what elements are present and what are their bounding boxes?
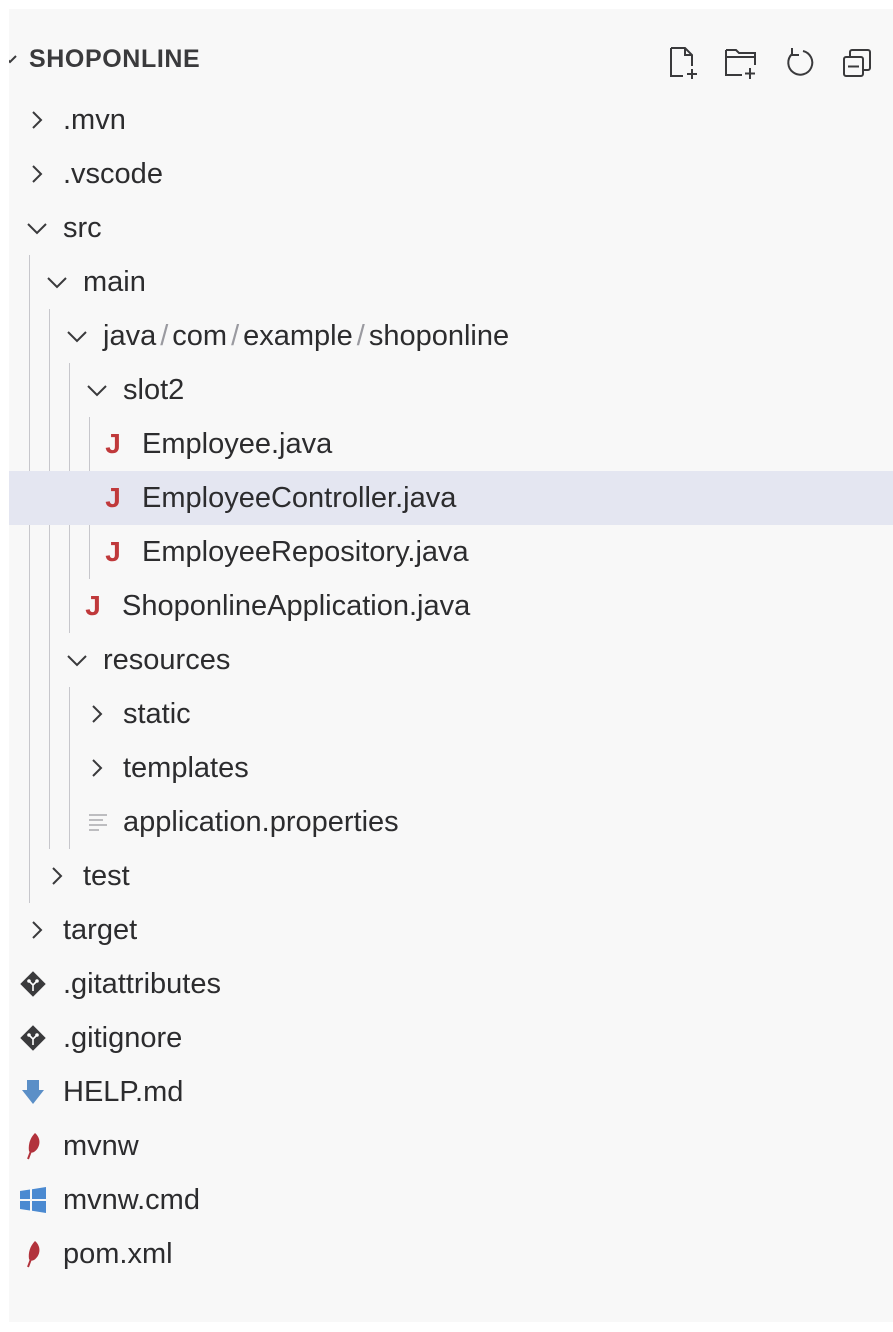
tree-item-employee-controller-java[interactable]: J EmployeeController.java xyxy=(9,471,893,525)
markdown-file-icon xyxy=(22,1080,44,1104)
chevron-down-icon xyxy=(47,277,67,289)
tree-item-employee-java[interactable]: J Employee.java xyxy=(9,417,893,471)
tree-item-src[interactable]: src xyxy=(9,201,893,255)
tree-item-shoponline-application-java[interactable]: J ShoponlineApplication.java xyxy=(9,579,893,633)
tree-item-label: templates xyxy=(123,752,249,784)
path-segment-java[interactable]: java xyxy=(103,320,156,352)
java-file-icon: J xyxy=(105,428,121,459)
tree-item-label: main xyxy=(83,266,146,298)
tree-item-gitattributes[interactable]: .gitattributes xyxy=(9,957,893,1011)
compact-folder-path: java / com / example / shoponline xyxy=(103,320,509,352)
tree-item-mvnw-cmd[interactable]: mvnw.cmd xyxy=(9,1173,893,1227)
tree-item-application-properties[interactable]: application.properties xyxy=(9,795,893,849)
chevron-down-icon[interactable] xyxy=(9,50,19,68)
tree-item-employee-repository-java[interactable]: J EmployeeRepository.java xyxy=(9,525,893,579)
tree-item-label: target xyxy=(63,914,138,946)
java-file-icon: J xyxy=(85,590,101,621)
chevron-right-icon xyxy=(32,165,43,183)
tree-item-pom-xml[interactable]: pom.xml xyxy=(9,1227,893,1281)
chevron-right-icon xyxy=(32,921,43,939)
tree-item-main[interactable]: main xyxy=(9,255,893,309)
tree-item-gitignore[interactable]: .gitignore xyxy=(9,1011,893,1065)
tree-item-label: ShoponlineApplication.java xyxy=(122,590,471,622)
path-segment-example[interactable]: example xyxy=(243,320,353,352)
path-separator: / xyxy=(160,320,169,352)
tree-item-vscode[interactable]: .vscode xyxy=(9,147,893,201)
tree-item-label: slot2 xyxy=(123,374,185,406)
explorer-panel: SHOPONLINE .mvn .vscode src main java / … xyxy=(9,9,893,1322)
explorer-actions xyxy=(665,45,875,81)
chevron-right-icon xyxy=(32,111,43,129)
tree-item-label: mvnw.cmd xyxy=(63,1184,200,1216)
tree-item-slot2[interactable]: slot2 xyxy=(9,363,893,417)
tree-item-resources[interactable]: resources xyxy=(9,633,893,687)
collapse-all-icon[interactable] xyxy=(839,45,875,81)
settings-file-icon xyxy=(89,814,107,831)
maven-feather-icon xyxy=(27,1133,40,1160)
tree-item-label: test xyxy=(83,860,130,892)
tree-item-label: .mvn xyxy=(63,104,126,136)
tree-item-mvn[interactable]: .mvn xyxy=(9,93,893,147)
tree-item-label: EmployeeRepository.java xyxy=(142,536,469,568)
file-tree: .mvn .vscode src main java / com / examp… xyxy=(9,93,893,1281)
path-segment-shoponline[interactable]: shoponline xyxy=(369,320,509,352)
tree-item-test[interactable]: test xyxy=(9,849,893,903)
chevron-right-icon xyxy=(52,867,63,885)
tree-item-label: pom.xml xyxy=(63,1238,173,1270)
chevron-right-icon xyxy=(92,705,103,723)
tree-item-java-package[interactable]: java / com / example / shoponline xyxy=(9,309,893,363)
tree-item-mvnw[interactable]: mvnw xyxy=(9,1119,893,1173)
chevron-down-icon xyxy=(87,385,107,397)
tree-item-label: EmployeeController.java xyxy=(142,482,457,514)
chevron-right-icon xyxy=(92,759,103,777)
path-segment-com[interactable]: com xyxy=(172,320,227,352)
tree-item-label: HELP.md xyxy=(63,1076,184,1108)
tree-item-label: Employee.java xyxy=(142,428,333,460)
chevron-down-icon xyxy=(67,655,87,667)
maven-feather-icon xyxy=(27,1241,40,1268)
java-file-icon: J xyxy=(105,536,121,567)
tree-item-label: static xyxy=(123,698,191,730)
tree-item-label: mvnw xyxy=(63,1130,139,1162)
git-file-icon xyxy=(20,971,46,997)
java-file-icon: J xyxy=(105,482,121,513)
windows-icon xyxy=(20,1187,46,1213)
chevron-down-icon xyxy=(27,223,47,235)
new-file-icon[interactable] xyxy=(665,45,701,81)
explorer-title[interactable]: SHOPONLINE xyxy=(29,45,200,74)
git-file-icon xyxy=(20,1025,46,1051)
tree-item-label: .gitignore xyxy=(63,1022,183,1054)
tree-item-templates[interactable]: templates xyxy=(9,741,893,795)
tree-item-target[interactable]: target xyxy=(9,903,893,957)
refresh-icon[interactable] xyxy=(781,45,817,81)
tree-item-static[interactable]: static xyxy=(9,687,893,741)
path-separator: / xyxy=(356,320,365,352)
tree-item-label: .gitattributes xyxy=(63,968,221,1000)
new-folder-icon[interactable] xyxy=(723,45,759,81)
chevron-down-icon xyxy=(67,331,87,343)
tree-item-label: .vscode xyxy=(63,158,163,190)
path-separator: / xyxy=(231,320,240,352)
tree-item-label: resources xyxy=(103,644,231,676)
tree-item-help-md[interactable]: HELP.md xyxy=(9,1065,893,1119)
tree-item-label: src xyxy=(63,212,102,244)
tree-item-label: application.properties xyxy=(123,806,399,838)
